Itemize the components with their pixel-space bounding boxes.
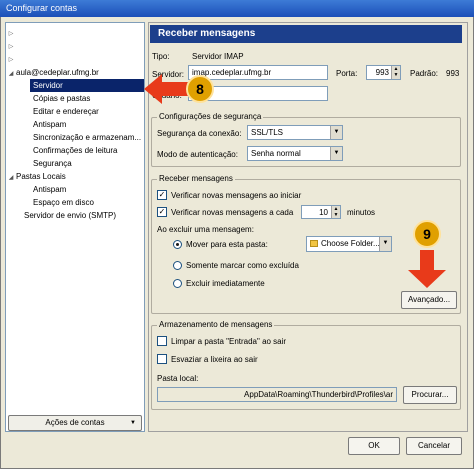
tree-item-disk-space[interactable]: Espaço em disco [33,196,94,209]
window-title: Configurar contas [0,0,474,17]
tree-item-smtp[interactable]: Servidor de envio (SMTP) [24,209,116,222]
mark-deleted-radio[interactable] [173,261,182,270]
receive-group-title: Receber mensagens [157,174,235,183]
dropdown-arrow-icon: ▼ [330,126,342,139]
down-arrow-annotation [408,250,446,288]
minutes-input[interactable]: 10 ▲ ▼ [301,205,341,219]
tree-item-antispam[interactable]: Antispam [33,118,66,131]
port-spinner[interactable]: ▲ ▼ [391,66,400,79]
tree-item-confirmacoes[interactable]: Confirmações de leitura [33,144,117,157]
local-folder-path: AppData\Roaming\Thunderbird\Profiles\ar [157,387,397,402]
tree-item-collapsed[interactable]: ▷ [6,26,16,39]
connection-security-select[interactable]: SSL/TLS ▼ [247,125,343,140]
check-on-start-checkbox[interactable]: ✓ [157,190,167,200]
check-every-checkbox[interactable]: ✓ [157,207,167,217]
tree-item-sincronizacao[interactable]: Sincronização e armazenam... [33,131,141,144]
clean-inbox-checkbox[interactable] [157,336,167,346]
account-actions-button[interactable]: Ações de contas ▼ [8,415,142,431]
local-folder-label: Pasta local: [157,374,199,383]
port-label: Porta: [336,69,358,78]
collapse-arrow-icon[interactable]: ◢ [6,68,16,81]
check-every-label: Verificar novas mensagens a cada [171,208,294,217]
delete-now-label: Excluir imediatamente [186,279,265,288]
port-input[interactable]: 993 ▲ ▼ [366,65,401,80]
auth-method-label: Modo de autenticação: [157,150,238,159]
tree-item-collapsed[interactable]: ▷ [6,52,16,65]
empty-trash-label: Esvaziar a lixeira ao sair [171,355,258,364]
tree-item-editar[interactable]: Editar e endereçar [33,105,99,118]
dropdown-arrow-icon: ▼ [330,147,342,160]
dropdown-arrow-icon: ▼ [130,420,136,426]
move-to-folder-label: Mover para esta pasta: [186,240,268,249]
folder-icon [310,240,318,247]
move-to-folder-radio[interactable] [173,240,182,249]
panel-header: Receber mensagens [150,25,462,43]
left-arrow-annotation [144,74,192,104]
collapse-arrow-icon[interactable]: ◢ [6,172,16,185]
tree-item-collapsed[interactable]: ▷ [6,39,16,52]
delete-message-label: Ao excluir uma mensagem: [157,225,254,234]
mark-deleted-label: Somente marcar como excluída [186,261,299,270]
step-marker-9: 9 [413,220,441,248]
auth-method-select[interactable]: Senha normal ▼ [247,146,343,161]
step-marker-8: 8 [186,75,214,103]
tree-item-servidor[interactable]: Servidor [30,79,144,92]
clean-inbox-label: Limpar a pasta "Entrada" ao sair [171,337,287,346]
account-tree: ▷ ▷ ▷ ◢ aula@cedeplar.ufmg.br Servidor Có… [5,22,145,432]
tree-item-antispam-local[interactable]: Antispam [33,183,66,196]
browse-button[interactable]: Procurar... [403,386,457,404]
ok-button[interactable]: OK [348,437,400,455]
cancel-button[interactable]: Cancelar [406,437,462,455]
dropdown-arrow-icon: ▼ [379,237,391,251]
tree-item-account[interactable]: ◢ aula@cedeplar.ufmg.br [6,66,99,79]
minutes-spinner[interactable]: ▲ ▼ [331,206,340,218]
tree-item-local-folders[interactable]: ◢ Pastas Locais [6,170,66,183]
default-port-label: Padrão: [410,69,439,78]
folder-select[interactable]: Choose Folder... ▼ [306,236,392,252]
minutes-label: minutos [347,208,376,217]
type-value: Servidor IMAP [192,52,244,61]
type-label: Tipo: [152,52,170,61]
connection-security-label: Segurança da conexão: [157,129,242,138]
security-group-title: Configurações de segurança [157,112,264,121]
tree-item-seguranca[interactable]: Segurança [33,157,72,170]
delete-now-radio[interactable] [173,279,182,288]
check-on-start-label: Verificar novas mensagens ao iniciar [171,191,302,200]
empty-trash-checkbox[interactable] [157,354,167,364]
advanced-button[interactable]: Avançado... [401,291,457,309]
tree-item-copias[interactable]: Cópias e pastas [33,92,90,105]
default-port-value: 993 [446,69,460,78]
storage-group-title: Armazenamento de mensagens [157,320,275,329]
